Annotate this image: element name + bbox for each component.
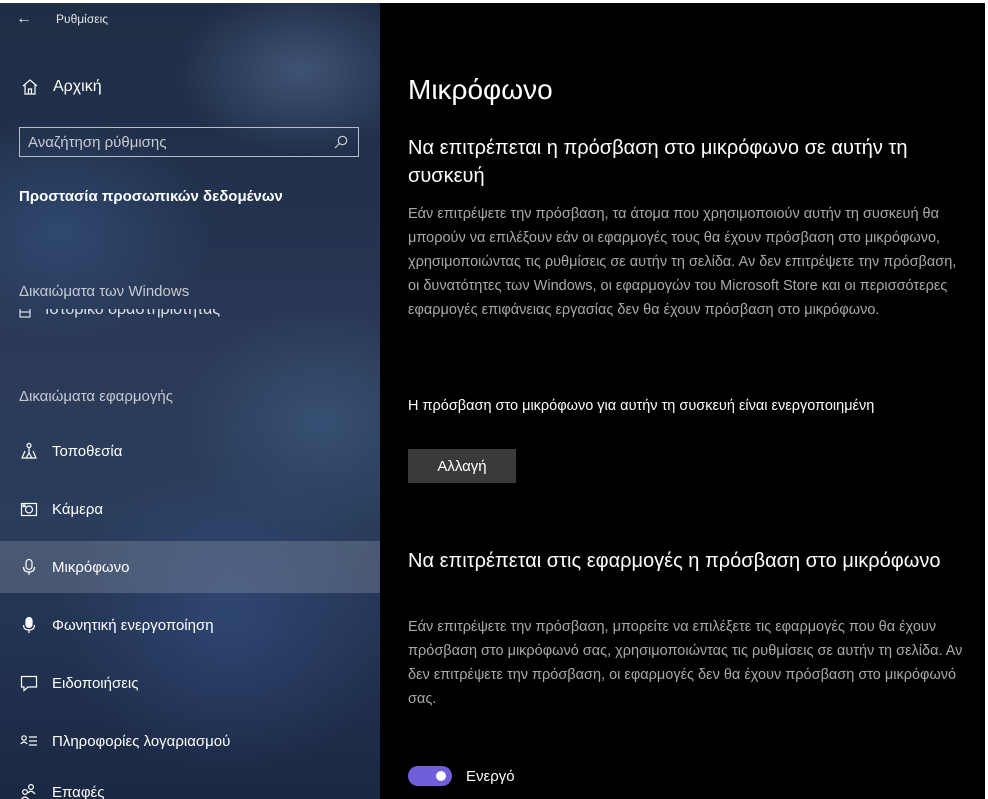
notifications-icon: [20, 675, 38, 692]
voice-activation-icon: [22, 616, 36, 633]
sidebar-item-contacts[interactable]: Επαφές: [0, 766, 380, 799]
sidebar-item-label: Μικρόφωνο: [52, 558, 130, 576]
top-border: [0, 0, 988, 3]
home-nav-item[interactable]: Αρχική: [21, 78, 102, 96]
sidebar-item-label: Τοποθεσία: [52, 442, 123, 460]
sidebar-item-account-info[interactable]: Πληροφορίες λογαριασμού: [0, 715, 380, 767]
sidebar-item-label: Επαφές: [52, 783, 105, 799]
sidebar-item-location[interactable]: Τοποθεσία: [0, 425, 380, 477]
title-bar: ← Ρυθμίσεις: [16, 8, 108, 30]
toggle-knob: [436, 771, 446, 781]
device-access-status: Η πρόσβαση στο μικρόφωνο για αυτήν τη συ…: [408, 398, 875, 414]
search-box[interactable]: [19, 127, 359, 157]
window-title: Ρυθμίσεις: [56, 12, 109, 26]
app-access-toggle[interactable]: [408, 766, 452, 786]
activity-history-icon: [19, 309, 31, 318]
sidebar-item-voice-activation[interactable]: Φωνητική ενεργοποίηση: [0, 599, 380, 651]
sidebar-item-label: Πληροφορίες λογαριασμού: [52, 732, 231, 750]
home-label: Αρχική: [53, 78, 102, 95]
page-title: Μικρόφωνο: [408, 74, 553, 105]
change-button[interactable]: Αλλαγή: [408, 449, 516, 483]
windows-permissions-label: Δικαιώματα των Windows: [19, 283, 190, 300]
app-permissions-label: Δικαιώματα εφαρμογής: [19, 388, 173, 405]
contacts-icon: [21, 783, 36, 799]
microphone-icon: [22, 558, 36, 575]
sidebar: ← Ρυθμίσεις Αρχική Προστασία προσωπικών …: [0, 0, 380, 799]
sidebar-item-notifications[interactable]: Ειδοποιήσεις: [0, 657, 380, 709]
account-info-icon: [20, 735, 37, 746]
app-access-description: Εάν επιτρέψετε την πρόσβαση, μπορείτε να…: [408, 619, 963, 707]
device-access-description: Εάν επιτρέψετε την πρόσβαση, τα άτομα πο…: [408, 206, 957, 318]
device-access-heading: Να επιτρέπεται η πρόσβαση στο μικρόφωνο …: [408, 137, 908, 187]
app-access-toggle-row: Ενεργό: [408, 766, 515, 786]
sidebar-item-label: Ειδοποιήσεις: [52, 674, 139, 692]
search-icon[interactable]: [334, 135, 348, 149]
location-icon: [21, 442, 37, 459]
search-input[interactable]: [28, 133, 308, 151]
sidebar-item-label: Φωνητική ενεργοποίηση: [52, 616, 214, 634]
sidebar-item-microphone[interactable]: Μικρόφωνο: [0, 541, 380, 593]
camera-icon: [20, 502, 38, 517]
app-access-heading: Να επιτρέπεται στις εφαρμογές η πρόσβαση…: [408, 550, 941, 572]
sidebar-item-camera[interactable]: Κάμερα: [0, 483, 380, 535]
sidebar-section-title: Προστασία προσωπικών δεδομένων: [19, 188, 283, 205]
toggle-state-label: Ενεργό: [466, 767, 515, 785]
sidebar-item-activity-history[interactable]: Ιστορικό δραστηριότητας: [19, 309, 220, 321]
home-icon: [22, 79, 38, 95]
sidebar-item-label: Ιστορικό δραστηριότητας: [45, 309, 221, 318]
back-arrow-icon[interactable]: ←: [16, 10, 32, 28]
sidebar-item-label: Κάμερα: [52, 500, 104, 518]
